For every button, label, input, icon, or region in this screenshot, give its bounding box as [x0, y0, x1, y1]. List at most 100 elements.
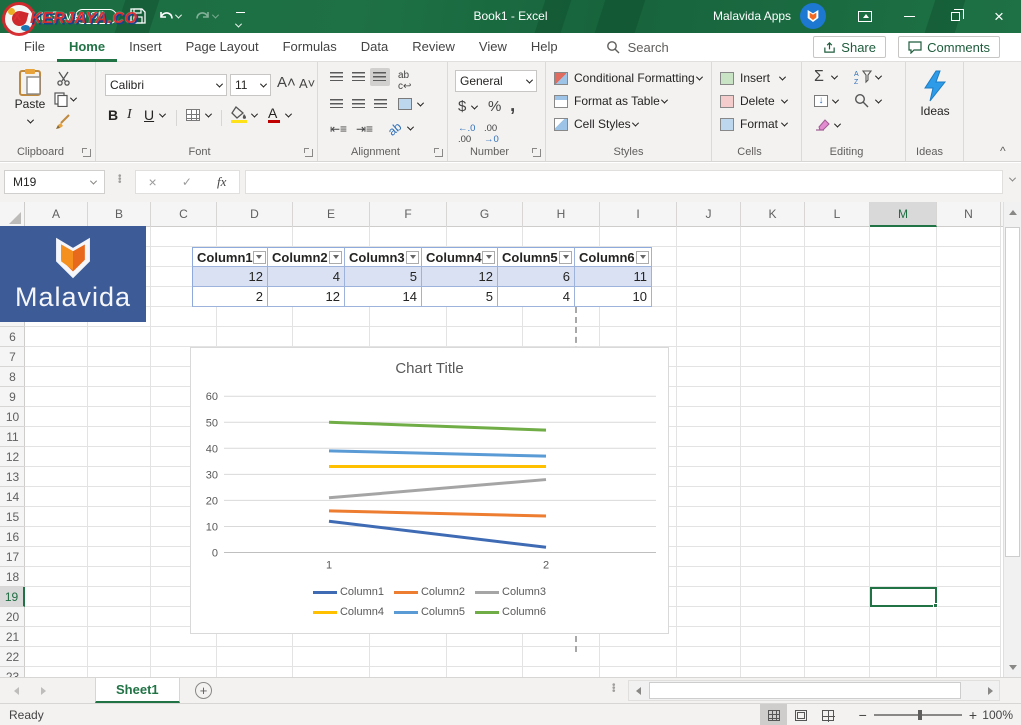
fill-handle[interactable] — [933, 603, 938, 608]
name-box[interactable]: M19 — [4, 170, 105, 194]
middle-align-button[interactable] — [352, 72, 365, 81]
chart-object[interactable]: Chart Title 010203040506012 Column1Colum… — [190, 347, 669, 634]
column-header-L[interactable]: L — [805, 202, 870, 227]
copy-button[interactable] — [54, 92, 76, 107]
table-cell[interactable]: 5 — [422, 287, 498, 307]
ideas-button[interactable]: Ideas — [906, 70, 964, 118]
ribbon-tab-formulas[interactable]: Formulas — [271, 33, 349, 62]
ribbon-tab-home[interactable]: Home — [57, 33, 117, 62]
column-header-J[interactable]: J — [677, 202, 741, 227]
table-cell[interactable]: 2 — [192, 287, 268, 307]
currency-button[interactable]: $ — [458, 98, 466, 115]
cancel-icon[interactable]: × — [149, 174, 157, 190]
paste-button[interactable]: Paste — [10, 68, 50, 129]
table-cell[interactable]: 12 — [422, 267, 498, 287]
zoom-slider[interactable] — [874, 714, 962, 716]
prev-sheet-button[interactable] — [14, 687, 19, 695]
row-header-11[interactable]: 11 — [0, 427, 25, 447]
increase-decimal-button[interactable]: ←.0.00 — [458, 123, 475, 145]
clear-dropdown-icon[interactable] — [834, 121, 841, 128]
number-dialog-launcher[interactable] — [533, 149, 541, 157]
comma-button[interactable]: , — [510, 95, 515, 117]
increase-indent-button[interactable]: ⇥≡ — [356, 122, 373, 136]
column-header-I[interactable]: I — [600, 202, 677, 227]
restore-button[interactable] — [933, 0, 977, 33]
format-as-table-button[interactable]: Format as Table — [554, 94, 667, 108]
underline-dropdown-icon[interactable] — [159, 111, 166, 118]
table-cell[interactable]: 4 — [498, 287, 575, 307]
row-header-21[interactable]: 21 — [0, 627, 25, 647]
row-header-10[interactable]: 10 — [0, 407, 25, 427]
page-layout-view-button[interactable] — [787, 704, 814, 725]
table-cell[interactable]: 12 — [268, 287, 345, 307]
table-cell[interactable]: 10 — [575, 287, 652, 307]
row-header-23[interactable]: 23 — [0, 667, 25, 677]
vertical-scroll-thumb[interactable] — [1005, 227, 1020, 557]
column-header-M[interactable]: M — [870, 202, 937, 227]
scroll-down-button[interactable] — [1004, 657, 1021, 677]
ribbon-display-options-button[interactable] — [843, 0, 887, 33]
ribbon-tab-file[interactable]: File — [12, 33, 57, 62]
formula-bar-expand-icon[interactable] — [1009, 175, 1016, 182]
merge-dropdown-icon[interactable] — [417, 100, 424, 107]
column-header-H[interactable]: H — [523, 202, 600, 227]
orientation-dropdown-icon[interactable] — [407, 124, 414, 131]
next-sheet-button[interactable] — [41, 687, 46, 695]
scroll-up-button[interactable] — [1004, 202, 1021, 222]
fill-dropdown-icon[interactable] — [251, 111, 258, 118]
font-dialog-launcher[interactable] — [305, 149, 313, 157]
autosum-button[interactable]: Σ — [814, 68, 824, 86]
grow-font-button[interactable]: A˄ — [277, 74, 296, 91]
fill-color-button[interactable] — [231, 106, 247, 119]
ribbon-tab-page-layout[interactable]: Page Layout — [174, 33, 271, 62]
column-header-C[interactable]: C — [151, 202, 217, 227]
conditional-formatting-button[interactable]: Conditional Formatting — [554, 71, 702, 85]
orientation-button[interactable]: ab — [385, 119, 404, 138]
table-cell[interactable]: 4 — [268, 267, 345, 287]
font-color-dropdown-icon[interactable] — [285, 111, 292, 118]
align-center-button[interactable] — [352, 99, 365, 108]
filter-dropdown-icon[interactable] — [406, 251, 419, 264]
percent-button[interactable]: % — [488, 98, 501, 115]
sheet-tab-sheet1[interactable]: Sheet1 — [95, 678, 180, 703]
new-sheet-button[interactable]: + — [195, 682, 212, 699]
zoom-in-button[interactable]: + — [969, 707, 977, 723]
horizontal-scroll-thumb[interactable] — [649, 682, 961, 699]
selected-cell[interactable] — [870, 587, 937, 607]
table-cell[interactable]: 6 — [498, 267, 575, 287]
insert-function-button[interactable]: fx — [217, 174, 226, 190]
format-cells-button[interactable]: Format — [720, 117, 787, 131]
filter-dropdown-icon[interactable] — [329, 251, 342, 264]
shrink-font-button[interactable]: A˅ — [299, 76, 315, 91]
row-header-20[interactable]: 20 — [0, 607, 25, 627]
row-header-12[interactable]: 12 — [0, 447, 25, 467]
merge-center-button[interactable] — [398, 98, 412, 110]
row-header-22[interactable]: 22 — [0, 647, 25, 667]
font-name-combo[interactable]: Calibri — [105, 74, 227, 96]
align-left-button[interactable] — [330, 99, 343, 108]
alignment-dialog-launcher[interactable] — [435, 149, 443, 157]
column-header-F[interactable]: F — [370, 202, 447, 227]
collapse-ribbon-button[interactable]: ^ — [1000, 144, 1006, 158]
row-header-8[interactable]: 8 — [0, 367, 25, 387]
sort-filter-dropdown-icon[interactable] — [875, 73, 882, 80]
formula-input[interactable] — [245, 170, 1003, 194]
table-cell[interactable]: 14 — [345, 287, 422, 307]
column-header-D[interactable]: D — [217, 202, 293, 227]
font-color-button[interactable]: A — [268, 105, 277, 121]
insert-cells-button[interactable]: Insert — [720, 71, 785, 85]
zoom-out-button[interactable]: − — [859, 707, 867, 723]
row-header-17[interactable]: 17 — [0, 547, 25, 567]
row-header-13[interactable]: 13 — [0, 467, 25, 487]
table-cell[interactable]: 11 — [575, 267, 652, 287]
column-header-A[interactable]: A — [25, 202, 88, 227]
scroll-left-button[interactable] — [629, 681, 647, 700]
column-header-N[interactable]: N — [937, 202, 1001, 227]
ribbon-tab-help[interactable]: Help — [519, 33, 570, 62]
table-cell[interactable]: 12 — [192, 267, 268, 287]
scroll-right-button[interactable] — [981, 681, 999, 700]
align-right-button[interactable] — [374, 99, 387, 108]
bottom-align-selected[interactable] — [370, 68, 390, 86]
borders-dropdown-icon[interactable] — [205, 111, 212, 118]
minimize-button[interactable] — [887, 0, 931, 33]
